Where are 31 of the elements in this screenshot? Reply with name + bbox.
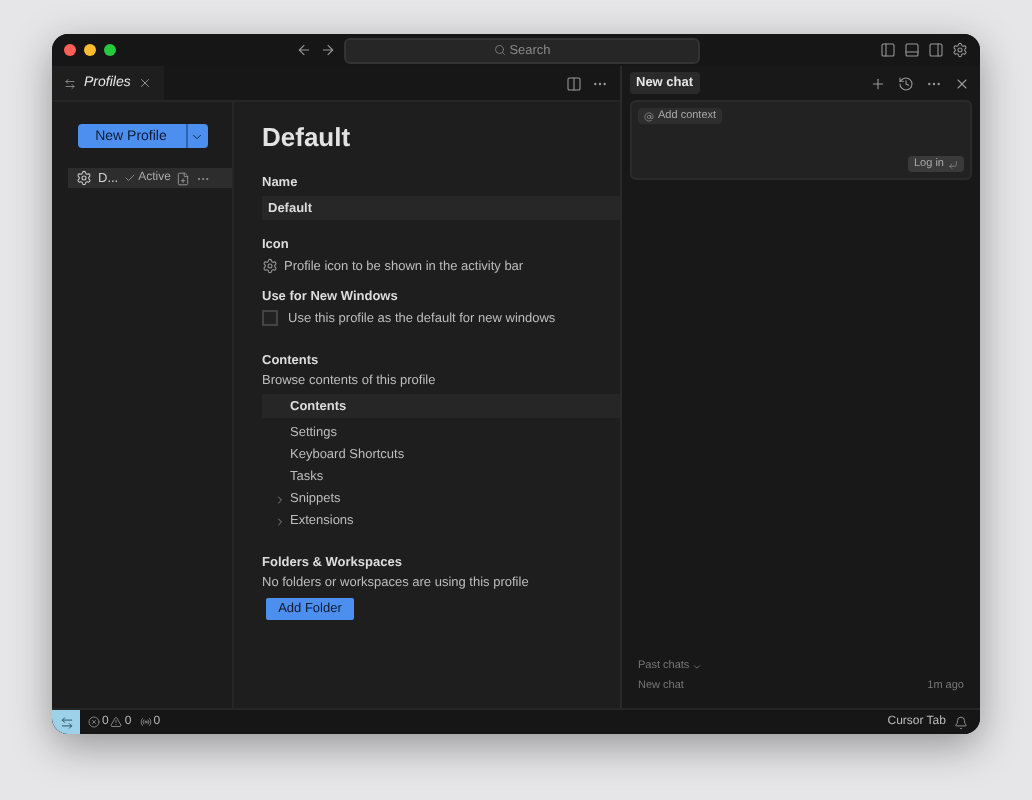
close-icon[interactable] xyxy=(954,75,970,91)
left-panel-icon[interactable] xyxy=(880,42,896,58)
enter-icon xyxy=(948,159,958,169)
gear-icon[interactable] xyxy=(262,258,278,274)
default-checkbox[interactable] xyxy=(262,310,278,326)
right-panel-icon[interactable] xyxy=(928,42,944,58)
zoom-window-button[interactable] xyxy=(104,44,116,56)
error-icon xyxy=(88,716,100,728)
chevron-down-icon xyxy=(691,661,702,671)
broadcast-icon xyxy=(139,716,152,728)
chevron-down-icon xyxy=(190,129,204,143)
bottom-panel-icon[interactable] xyxy=(904,42,920,58)
swap-arrows-icon xyxy=(59,715,73,729)
close-window-button[interactable] xyxy=(64,44,76,56)
minimize-window-button[interactable] xyxy=(84,44,96,56)
split-editor-icon[interactable] xyxy=(566,75,582,91)
gear-icon xyxy=(76,170,92,186)
back-arrow-icon[interactable] xyxy=(296,42,312,58)
check-icon xyxy=(124,172,137,184)
history-icon[interactable] xyxy=(898,75,914,91)
swap-arrows-icon xyxy=(64,77,76,89)
bell-icon[interactable] xyxy=(954,715,968,729)
new-window-icon[interactable] xyxy=(176,171,191,185)
plus-icon[interactable] xyxy=(870,75,886,91)
at-sign-icon xyxy=(644,111,654,121)
close-icon[interactable] xyxy=(138,76,153,90)
warning-icon xyxy=(110,716,123,728)
search-icon xyxy=(493,44,506,56)
settings-icon[interactable] xyxy=(952,42,968,58)
forward-arrow-icon[interactable] xyxy=(320,42,336,58)
profile-title: Default xyxy=(262,122,353,152)
